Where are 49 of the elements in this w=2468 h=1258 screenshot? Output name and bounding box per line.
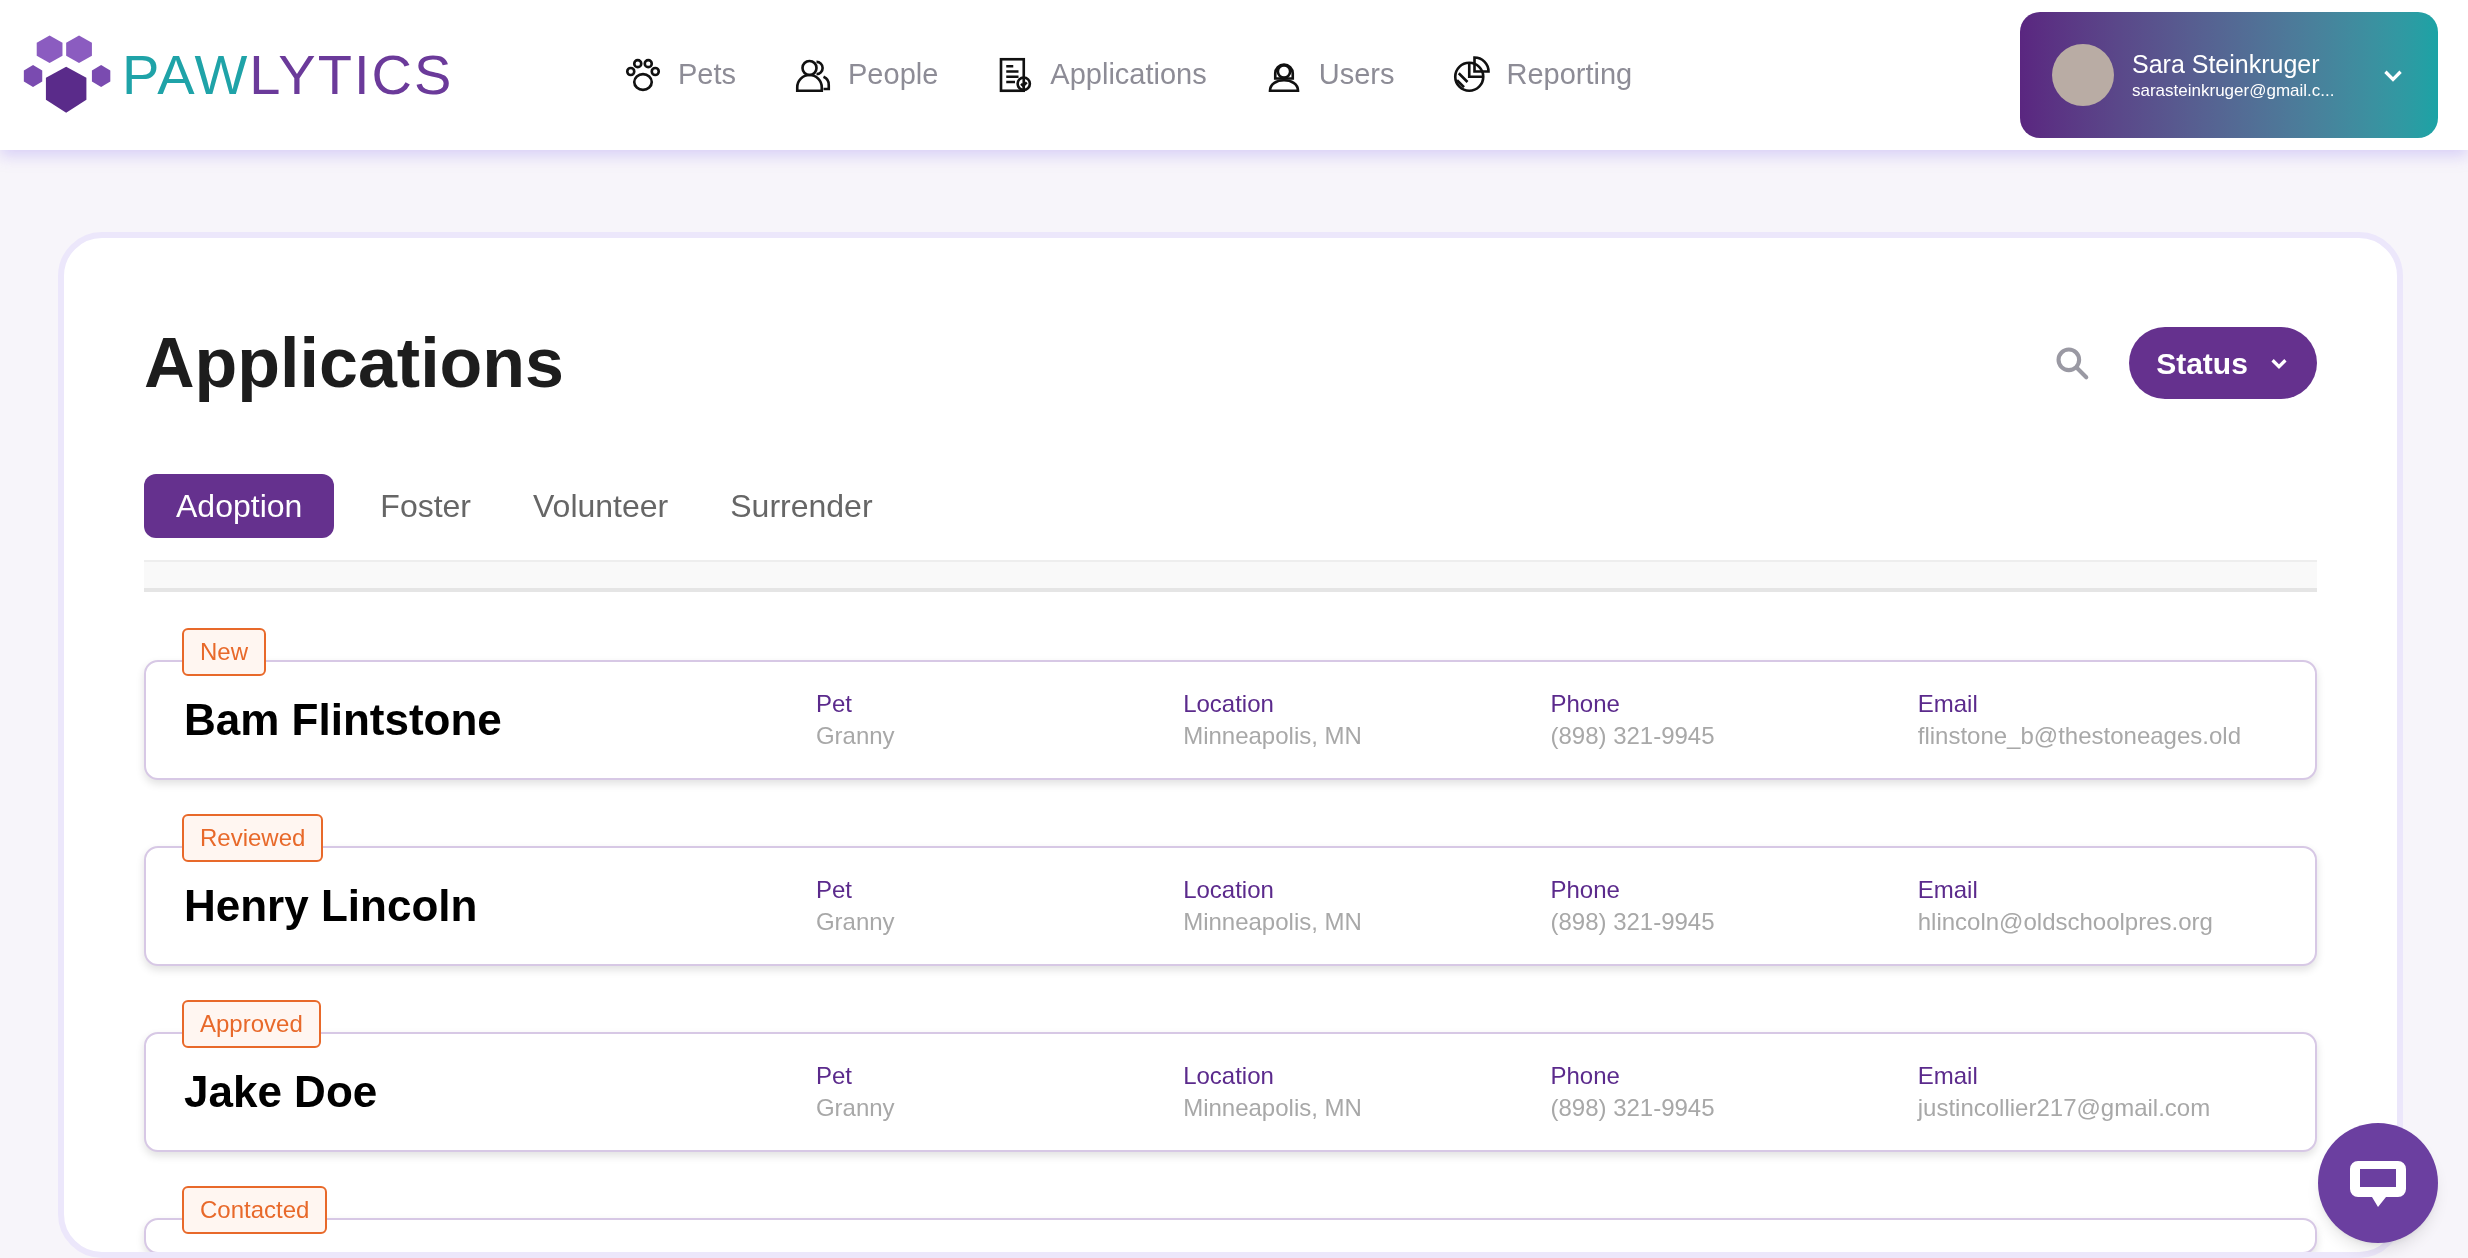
field-label: Location [1183,689,1275,719]
status-badge: Approved [182,1000,321,1048]
status-badge: Contacted [182,1186,328,1234]
nav-link[interactable]: Users [1262,53,1395,97]
user-email: sarasteinkruger@gmail.c... [2132,80,2336,102]
field-value: justincollier217@gmail.com [1917,1093,2212,1123]
field-value: Granny [815,1093,896,1123]
user-menu-button[interactable]: Sara Steinkruger sarasteinkruger@gmail.c... [2020,12,2438,138]
status-badge: New [182,628,266,676]
applicant-name: Henry Lincoln [184,880,479,932]
field-label: Phone [1550,1061,1621,1091]
field-value: Minneapolis, MN [1183,907,1363,937]
field-value: (898) 321-9945 [1550,721,1716,751]
nav-link[interactable]: Pets [622,53,737,97]
field-label: Pet [815,875,853,905]
nav-link[interactable]: Reporting [1450,53,1633,97]
field-label: Phone [1550,875,1621,905]
status-dropdown[interactable]: Status [2129,327,2317,399]
field-label: Pet [815,689,853,719]
field-label: Location [1183,875,1275,905]
field-label: Phone [1550,689,1621,719]
tab[interactable]: Surrender [714,474,889,538]
applicant-name: Jake Doe [184,1066,379,1118]
field-value: flinstone_b@thestoneages.old [1917,721,2242,751]
field-label: Email [1917,1061,1979,1091]
applicant-name: Bam Flintstone [184,694,503,746]
field-value: Minneapolis, MN [1183,721,1363,751]
page-title: Applications [144,322,566,404]
application-card[interactable]: Henry Lincoln Pet Granny Location Minneapolis, MN Phone (898) 321-9945 Email hlincoln@oldschoolpres.org [144,846,2317,966]
field-value: Minneapolis, MN [1183,1093,1363,1123]
tab[interactable]: Foster [364,474,487,538]
status-badge: Reviewed [182,814,324,862]
tab[interactable]: Adoption [144,474,335,538]
nav-link[interactable]: People [792,53,939,97]
field-value: Granny [815,907,896,937]
tab[interactable]: Volunteer [517,474,685,538]
field-value: (898) 321-9945 [1550,907,1716,937]
field-label: Email [1917,689,1979,719]
field-value: hlincoln@oldschoolpres.org [1917,907,2214,937]
field-value: (898) 321-9945 [1550,1093,1716,1123]
search-icon[interactable] [2053,344,2091,382]
user-name: Sara Steinkruger [2132,48,2321,80]
field-label: Email [1917,875,1979,905]
application-card[interactable]: Bam Flintstone Pet Granny Location Minneapolis, MN Phone (898) 321-9945 Email flinstone_b@thestoneages.old [144,660,2317,780]
nav-link[interactable]: Applications [994,53,1207,97]
field-value: Granny [815,721,896,751]
brand-logo-text: PAWLYTICS [122,42,454,108]
field-label: Location [1183,1061,1275,1091]
field-label: Pet [815,1061,853,1091]
